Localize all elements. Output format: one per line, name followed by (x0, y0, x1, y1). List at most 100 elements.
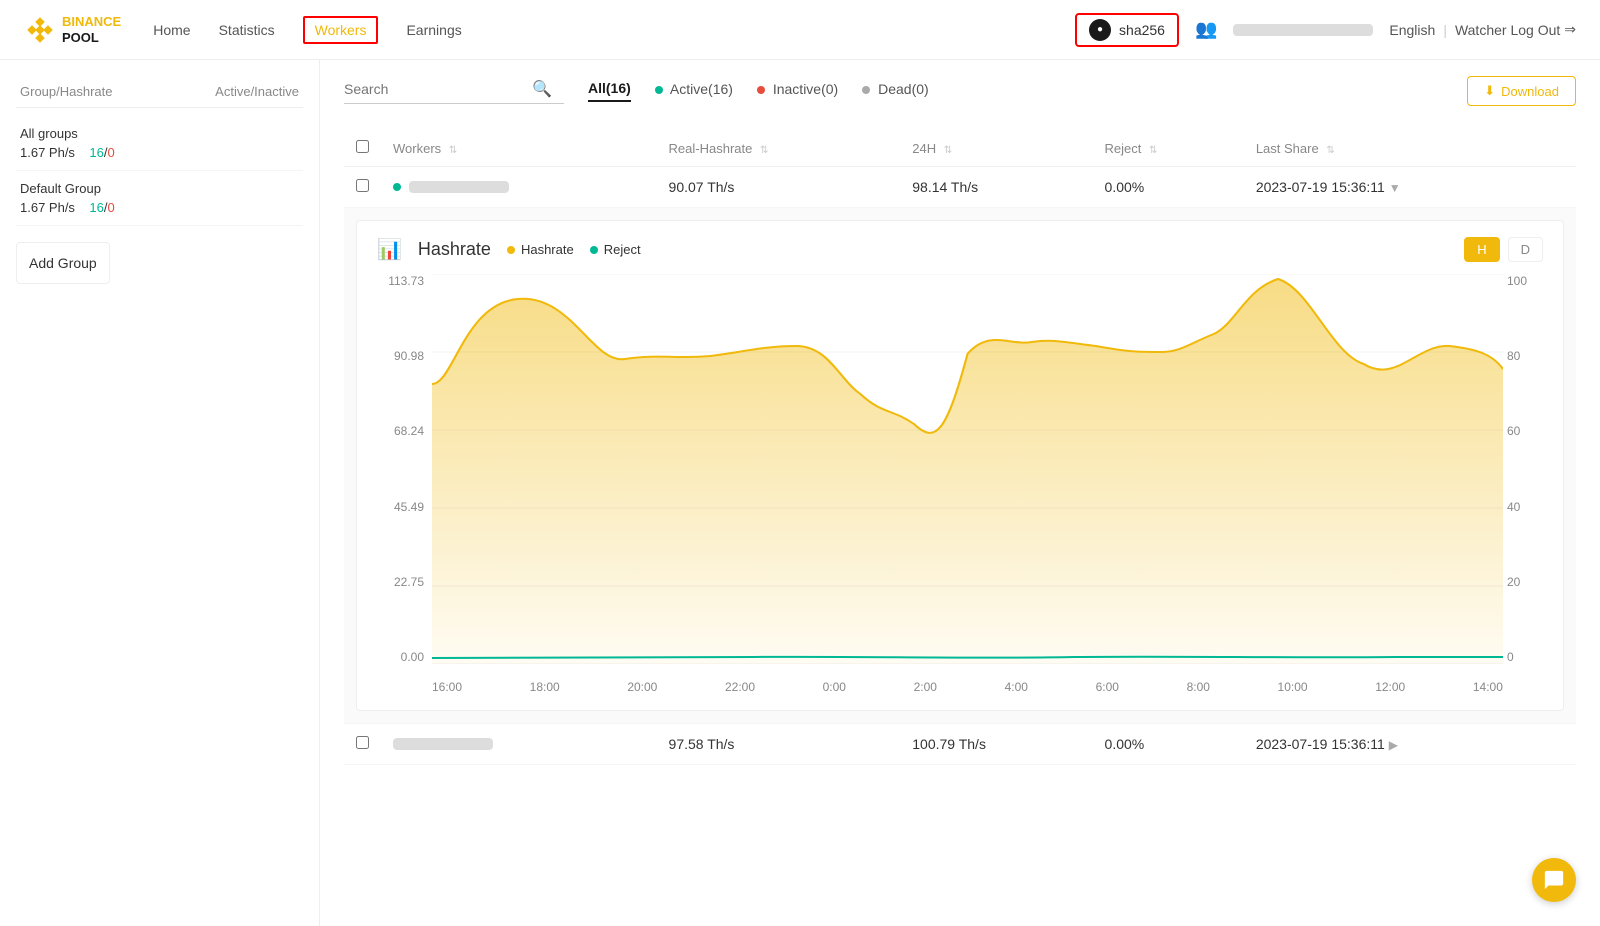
col-hashrate-label: Real-Hashrate (669, 141, 753, 156)
chart-legend: Hashrate Reject (507, 242, 641, 257)
y-label-left-5: 0.00 (377, 650, 424, 664)
chart-cell: 📊 Hashrate Hashrate Reject (344, 208, 1576, 724)
search-box[interactable]: 🔍 (344, 79, 564, 104)
row2-worker-name-blurred (393, 738, 493, 750)
hashrate-chart-section: 📊 Hashrate Hashrate Reject (356, 220, 1564, 711)
legend-hashrate-dot (507, 246, 515, 254)
row2-expand-icon[interactable]: ▶ (1389, 738, 1398, 752)
workers-sort-icon[interactable]: ⇅ (449, 145, 457, 156)
all-groups-inactive: 0 (107, 145, 114, 160)
lang-logout-area: English | Watcher Log Out ⇒ (1389, 21, 1576, 38)
tab-active[interactable]: Active(16) (655, 81, 733, 101)
x-label-4: 0:00 (823, 680, 846, 694)
chart-svg-container (432, 274, 1503, 664)
y-label-left-4: 22.75 (377, 575, 424, 589)
logo[interactable]: BINANCE POOL (24, 14, 121, 46)
table-row: 90.07 Th/s 98.14 Th/s 0.00% 2023-07-19 1… (344, 167, 1576, 208)
y-label-left-0: 113.73 (377, 274, 424, 288)
y-label-left-1: 90.98 (377, 349, 424, 363)
content-area: 🔍 All(16) Active(16) Inactive(0) Dead(0) (320, 60, 1600, 926)
x-label-6: 4:00 (1005, 680, 1028, 694)
y-label-right-0: 100 (1507, 274, 1543, 288)
tab-inactive-label: Inactive(0) (773, 81, 838, 97)
x-label-10: 12:00 (1375, 680, 1405, 694)
all-groups-stats: 1.67 Ph/s 16/0 (20, 145, 299, 160)
all-groups-hashrate: 1.67 Ph/s (20, 145, 75, 160)
row1-checkbox[interactable] (356, 179, 369, 192)
worker-name-wrapper (393, 181, 645, 193)
col-last-share-label: Last Share (1256, 141, 1319, 156)
nav-statistics[interactable]: Statistics (219, 22, 275, 38)
logo-text: BINANCE POOL (62, 14, 121, 45)
legend-hashrate: Hashrate (507, 242, 574, 257)
chart-row: 📊 Hashrate Hashrate Reject (344, 208, 1576, 724)
account-address-blurred (1233, 24, 1373, 36)
tab-inactive[interactable]: Inactive(0) (757, 81, 838, 101)
y-label-right-2: 60 (1507, 424, 1543, 438)
row2-reject: 0.00% (1093, 724, 1244, 765)
row2-checkbox-cell (344, 724, 381, 765)
default-group-stats: 1.67 Ph/s 16/0 (20, 200, 299, 215)
active-dot (655, 86, 663, 94)
add-group-button[interactable]: Add Group (16, 242, 110, 284)
default-group-label: Default Group (20, 181, 299, 196)
row2-worker-name-wrapper (393, 738, 645, 750)
main-container: Group/Hashrate Active/Inactive All group… (0, 60, 1600, 926)
tab-all[interactable]: All(16) (588, 80, 631, 102)
main-nav: Home Statistics Workers Earnings (153, 16, 1075, 44)
y-label-left-3: 45.49 (377, 500, 424, 514)
search-input[interactable] (344, 81, 524, 97)
chart-y-labels-right: 100 80 60 40 20 0 (1503, 274, 1543, 664)
x-label-1: 18:00 (530, 680, 560, 694)
nav-home[interactable]: Home (153, 22, 190, 38)
filter-tabs: All(16) Active(16) Inactive(0) Dead(0) (588, 80, 1443, 102)
chart-x-labels: 16:00 18:00 20:00 22:00 0:00 2:00 4:00 6… (432, 666, 1503, 694)
table-row: 97.58 Th/s 100.79 Th/s 0.00% 2023-07-19 … (344, 724, 1576, 765)
default-group-inactive: 0 (107, 200, 114, 215)
time-btn-h[interactable]: H (1464, 237, 1499, 262)
row1-status-dot (393, 183, 401, 191)
last-share-sort-icon[interactable]: ⇅ (1326, 145, 1334, 156)
binance-logo-icon (24, 14, 56, 46)
account-icon: ● (1089, 19, 1111, 41)
row1-reject: 0.00% (1093, 167, 1244, 208)
table-header-row: Workers ⇅ Real-Hashrate ⇅ 24H ⇅ Reject ⇅ (344, 130, 1576, 167)
reject-sort-icon[interactable]: ⇅ (1149, 145, 1157, 156)
sidebar-all-groups-row[interactable]: All groups 1.67 Ph/s 16/0 (16, 116, 303, 171)
time-btn-d[interactable]: D (1508, 237, 1543, 262)
hashrate-sort-icon[interactable]: ⇅ (760, 145, 768, 156)
all-groups-active: 16 (89, 145, 103, 160)
sidebar-default-group-row[interactable]: Default Group 1.67 Ph/s 16/0 (16, 171, 303, 226)
col-reject-label: Reject (1105, 141, 1142, 156)
row1-expand-icon[interactable]: ▼ (1389, 181, 1401, 195)
sidebar-col1-label: Group/Hashrate (20, 84, 113, 99)
default-group-active: 16 (89, 200, 103, 215)
chat-fab[interactable] (1532, 858, 1576, 902)
nav-workers[interactable]: Workers (303, 16, 379, 44)
x-label-3: 22:00 (725, 680, 755, 694)
x-label-11: 14:00 (1473, 680, 1503, 694)
row1-24h: 98.14 Th/s (900, 167, 1092, 208)
logout-label: Watcher Log Out (1455, 22, 1560, 38)
account-badge[interactable]: ● sha256 (1075, 13, 1179, 47)
download-button[interactable]: ⬇ Download (1467, 76, 1576, 106)
chart-time-toggle: H D (1464, 237, 1543, 262)
select-all-checkbox[interactable] (356, 140, 369, 153)
x-label-8: 8:00 (1187, 680, 1210, 694)
row2-last-share: 2023-07-19 15:36:11 ▶ (1244, 724, 1576, 765)
tab-dead[interactable]: Dead(0) (862, 81, 928, 101)
logout-arrow-icon: ⇒ (1564, 21, 1576, 38)
legend-reject: Reject (590, 242, 641, 257)
legend-hashrate-label: Hashrate (521, 242, 574, 257)
language-selector[interactable]: English (1389, 22, 1435, 38)
col-workers: Workers ⇅ (381, 130, 657, 167)
add-group-label: Add Group (29, 255, 97, 271)
24h-sort-icon[interactable]: ⇅ (944, 145, 952, 156)
nav-earnings[interactable]: Earnings (406, 22, 461, 38)
y-label-right-4: 20 (1507, 575, 1543, 589)
logout-button[interactable]: Watcher Log Out ⇒ (1455, 21, 1576, 38)
row1-hashrate: 90.07 Th/s (657, 167, 901, 208)
users-icon[interactable]: 👥 (1195, 19, 1217, 40)
y-label-right-1: 80 (1507, 349, 1543, 363)
row2-checkbox[interactable] (356, 736, 369, 749)
